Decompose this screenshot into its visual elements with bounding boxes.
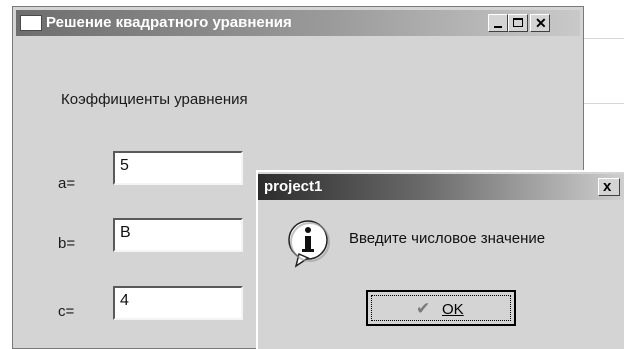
- dialog-message: Введите числовое значение: [349, 230, 546, 247]
- app-icon: [20, 15, 42, 31]
- field-b-label: b=: [58, 235, 76, 252]
- maximize-button[interactable]: [508, 14, 528, 32]
- ok-button[interactable]: ✔ OK: [366, 290, 516, 326]
- dialog-titlebar[interactable]: project1 x: [258, 174, 624, 200]
- field-b-input[interactable]: В: [113, 218, 243, 252]
- close-button[interactable]: ✕: [530, 14, 550, 32]
- ok-button-label: OK: [442, 301, 464, 318]
- background-line: [584, 103, 624, 104]
- dialog-close-button[interactable]: x: [598, 178, 620, 196]
- field-a-input[interactable]: 5: [113, 151, 243, 185]
- ok-button-focus-rect: ✔ OK: [371, 295, 511, 321]
- maximize-icon: [513, 18, 523, 27]
- main-window-title: Решение квадратного уравнения: [46, 14, 292, 31]
- message-dialog: project1 x Введите числовое значение ✔ O…: [256, 170, 624, 349]
- background-line: [584, 38, 624, 39]
- close-icon: x: [603, 178, 612, 195]
- minimize-button[interactable]: [488, 14, 508, 32]
- minimize-icon: [494, 26, 502, 28]
- field-a-label: a=: [58, 175, 76, 192]
- dialog-title: project1: [264, 178, 323, 195]
- field-c-input[interactable]: 4: [113, 286, 243, 320]
- coefficients-label: Коэффициенты уравнения: [61, 91, 248, 108]
- checkmark-icon: ✔: [416, 299, 431, 318]
- close-icon: ✕: [535, 15, 547, 31]
- main-window-titlebar[interactable]: Решение квадратного уравнения ✕: [16, 10, 580, 36]
- field-c-label: c=: [58, 303, 75, 320]
- information-icon: [288, 220, 330, 268]
